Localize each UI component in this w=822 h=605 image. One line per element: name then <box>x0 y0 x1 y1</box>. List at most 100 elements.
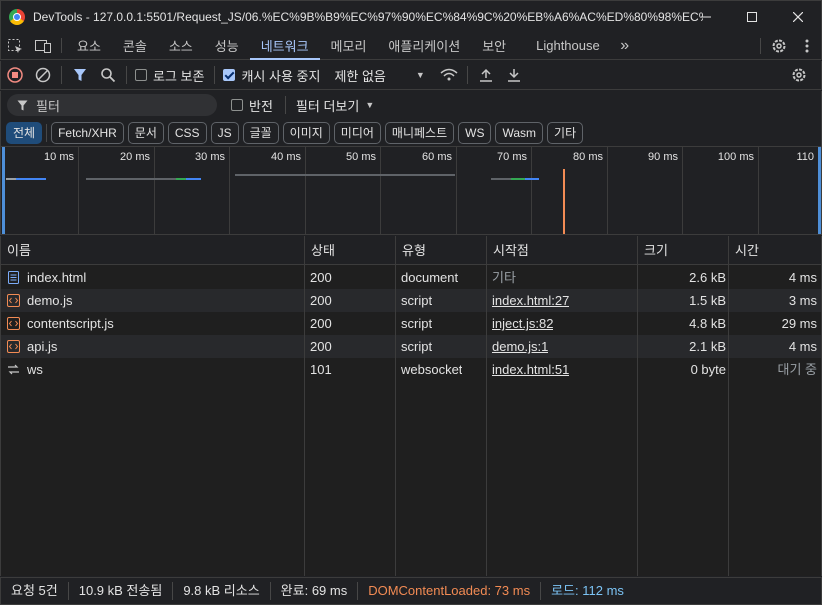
chip-other[interactable]: 기타 <box>547 121 584 144</box>
throttling-select[interactable]: 제한 없음 <box>334 66 385 85</box>
request-initiator-link[interactable]: index.html:51 <box>492 358 569 381</box>
table-row[interactable]: ws 101 websocket index.html:51 0 byte 대기… <box>1 358 821 381</box>
tab-lighthouse[interactable]: Lighthouse <box>525 32 611 59</box>
chip-ws[interactable]: WS <box>458 121 492 144</box>
toolbar-divider <box>46 123 48 142</box>
chrome-logo-icon <box>9 8 25 25</box>
close-icon[interactable] <box>775 1 821 33</box>
request-type: script <box>401 339 433 354</box>
column-header-time[interactable]: 시간 <box>729 236 759 265</box>
overview-gridline <box>607 147 608 234</box>
column-header-initiator[interactable]: 시작점 <box>487 236 529 265</box>
column-divider[interactable] <box>728 236 729 576</box>
script-icon <box>7 294 20 307</box>
request-initiator-link[interactable]: index.html:27 <box>492 289 569 312</box>
overview-tick-label: 40 ms <box>271 151 301 163</box>
chip-css[interactable]: CSS <box>167 121 207 144</box>
tab-divider <box>61 38 62 53</box>
column-divider[interactable] <box>637 236 638 576</box>
request-type: script <box>401 316 433 331</box>
column-header-type[interactable]: 유형 <box>396 236 426 265</box>
overview-tick-label: 30 ms <box>195 151 225 163</box>
network-overview-timeline[interactable]: 10 ms 20 ms 30 ms 40 ms 50 ms 60 ms 70 m… <box>0 147 822 235</box>
tab-elements[interactable]: 요소 <box>66 32 112 59</box>
import-har-upload-icon[interactable] <box>472 61 500 89</box>
chip-media[interactable]: 미디어 <box>333 121 381 144</box>
title-bar: DevTools - 127.0.0.1:5501/Request_JS/06.… <box>0 0 822 32</box>
tab-memory[interactable]: 메모리 <box>320 32 378 59</box>
maximize-icon[interactable] <box>729 1 775 33</box>
chip-all[interactable]: 전체 <box>6 121 43 144</box>
more-filters-dropdown-icon[interactable]: ▼ <box>365 100 374 110</box>
disable-cache-checkbox[interactable] <box>223 69 236 81</box>
request-initiator-link[interactable]: demo.js:1 <box>492 335 548 358</box>
minimize-icon[interactable] <box>683 1 729 33</box>
requests-table: 이름 상태 유형 시작점 크기 시간 index.html 200 docume… <box>0 236 822 576</box>
tab-security[interactable]: 보안 <box>471 32 517 59</box>
column-divider[interactable] <box>486 236 487 576</box>
tab-console[interactable]: 콘솔 <box>112 32 158 59</box>
record-stop-icon[interactable] <box>1 61 29 89</box>
preserve-log-label: 로그 보존 <box>153 68 205 84</box>
more-filters-button[interactable]: 필터 더보기 <box>296 96 359 115</box>
column-header-size[interactable]: 크기 <box>638 236 668 265</box>
overview-tick-label: 60 ms <box>422 151 452 163</box>
request-name: index.html <box>27 270 87 285</box>
overview-left-handle[interactable] <box>2 147 5 234</box>
filter-input[interactable]: 필터 <box>7 94 217 116</box>
column-header-status[interactable]: 상태 <box>305 236 335 265</box>
throttling-dropdown-icon[interactable]: ▼ <box>416 70 425 80</box>
tab-application[interactable]: 애플리케이션 <box>377 32 471 59</box>
request-count: 요청 5건 <box>1 582 69 600</box>
device-toolbar-icon[interactable] <box>29 32 57 59</box>
settings-gear-icon[interactable] <box>765 38 793 54</box>
network-settings-gear-icon[interactable] <box>785 61 813 89</box>
column-divider[interactable] <box>304 236 305 576</box>
overview-gridline <box>305 147 306 234</box>
request-size: 2.1 kB <box>689 339 726 354</box>
toolbar-divider <box>466 66 468 84</box>
chip-doc[interactable]: 문서 <box>127 121 164 144</box>
search-icon[interactable] <box>94 61 122 89</box>
tab-performance[interactable]: 성능 <box>204 32 250 59</box>
table-row[interactable]: contentscript.js 200 script inject.js:82… <box>1 312 821 335</box>
table-row[interactable]: demo.js 200 script index.html:27 1.5 kB … <box>1 289 821 312</box>
filter-bar: 필터 반전 필터 더보기 ▼ <box>0 91 822 119</box>
chip-wasm[interactable]: Wasm <box>495 121 544 144</box>
column-divider[interactable] <box>395 236 396 576</box>
overview-right-handle[interactable] <box>818 147 821 234</box>
chip-font[interactable]: 글꼴 <box>242 121 279 144</box>
invert-checkbox[interactable] <box>231 99 243 111</box>
table-row[interactable]: index.html 200 document 기타 2.6 kB 4 ms <box>1 266 821 289</box>
chip-img[interactable]: 이미지 <box>282 121 330 144</box>
tab-network[interactable]: 네트워크 <box>249 32 320 60</box>
overview-gridline <box>531 147 532 234</box>
more-options-kebab-icon[interactable] <box>793 39 821 53</box>
invert-label: 반전 <box>249 98 273 114</box>
overview-gridline <box>380 147 381 234</box>
chip-js[interactable]: JS <box>210 121 239 144</box>
network-conditions-wifi-icon[interactable] <box>435 61 463 89</box>
inspect-element-icon[interactable] <box>1 32 29 59</box>
tab-sources[interactable]: 소스 <box>158 32 204 59</box>
filter-funnel-icon[interactable] <box>66 61 94 89</box>
request-time: 29 ms <box>781 316 817 331</box>
export-har-download-icon[interactable] <box>500 61 528 89</box>
request-size: 1.5 kB <box>689 293 726 308</box>
preserve-log-checkbox[interactable] <box>135 69 147 81</box>
overview-request-bar <box>86 178 176 180</box>
request-status: 200 <box>310 339 332 354</box>
resource-type-filter-bar: 전체 Fetch/XHR 문서 CSS JS 글꼴 이미지 미디어 매니페스트 … <box>0 119 822 147</box>
network-toolbar: 로그 보존 캐시 사용 중지 제한 없음 ▼ <box>0 61 822 90</box>
request-initiator-link[interactable]: inject.js:82 <box>492 312 553 335</box>
request-status: 200 <box>310 293 332 308</box>
chip-fetch-xhr[interactable]: Fetch/XHR <box>51 121 124 144</box>
overview-gridline <box>682 147 683 234</box>
table-row[interactable]: api.js 200 script demo.js:1 2.1 kB 4 ms <box>1 335 821 358</box>
chip-manifest[interactable]: 매니페스트 <box>384 121 455 144</box>
request-type: document <box>401 270 459 285</box>
request-time: 4 ms <box>788 339 817 354</box>
column-header-name[interactable]: 이름 <box>1 236 31 265</box>
clear-icon[interactable] <box>29 61 57 89</box>
more-tabs-chevron-icon[interactable]: » <box>611 32 639 59</box>
